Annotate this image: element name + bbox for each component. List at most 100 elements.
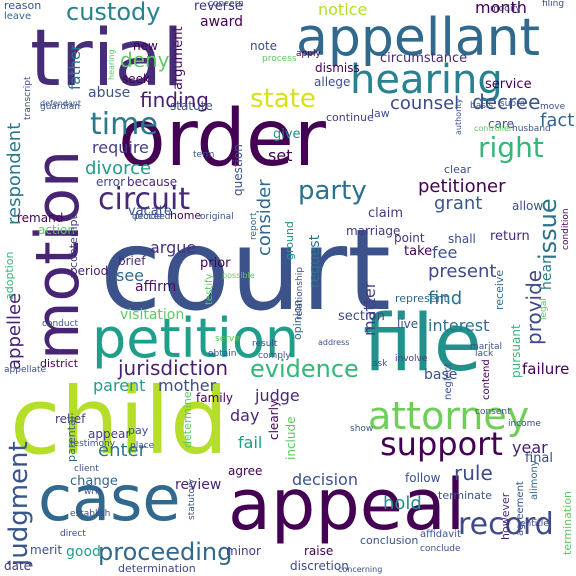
word-defendant: defendant — [40, 99, 81, 108]
word-home: home — [170, 209, 202, 222]
word-marriage: marriage — [346, 224, 401, 238]
word-minor: minor — [226, 544, 261, 558]
word-notice: notice — [318, 0, 368, 19]
word-allow: allow — [512, 199, 544, 213]
word-consent: consent — [475, 407, 511, 417]
word-shall: shall — [448, 232, 476, 246]
word-brief: brief — [118, 254, 146, 268]
word-agree: agree — [228, 464, 263, 478]
word-appellee: appellee — [4, 292, 25, 370]
word-grant: grant — [434, 193, 483, 214]
word-client: client — [74, 464, 99, 474]
word-alimony: alimony — [529, 460, 540, 500]
word-father: father — [66, 44, 84, 90]
word-continue: continue — [326, 111, 374, 124]
word-deny: deny — [120, 48, 170, 72]
word-transcript: transcript — [23, 76, 33, 120]
word-party: party — [298, 176, 367, 206]
word-award: award — [200, 14, 244, 30]
word-note: note — [250, 39, 278, 53]
word-entitle: entitle — [520, 519, 549, 529]
word-establish: establish — [70, 509, 111, 519]
word-authority: authority — [454, 98, 463, 135]
word-present: present — [428, 261, 497, 282]
word-legal: legal — [539, 298, 549, 320]
word-conduct: conduct — [42, 319, 79, 329]
word-term: term — [193, 150, 215, 160]
word-neglect: neglect — [443, 362, 454, 400]
word-fail: fail — [238, 433, 263, 452]
word-report: report — [249, 212, 259, 241]
word-time: time — [90, 107, 158, 142]
word-seek: seek — [122, 72, 150, 86]
word-abuse: abuse — [88, 85, 131, 101]
word-comply: comply — [258, 351, 291, 361]
word-family: family — [196, 391, 234, 405]
word-contend: contend — [481, 359, 492, 400]
word-testify: testify — [204, 273, 215, 305]
word-claim: claim — [368, 206, 404, 221]
word-right: right — [478, 131, 544, 164]
word-adoption: adoption — [3, 251, 16, 300]
word-contempt: contempt — [67, 215, 80, 268]
word-remand: remand — [17, 211, 64, 225]
word-argument: argument — [171, 26, 186, 90]
word-determine: determine — [181, 391, 194, 448]
word-argue: argue — [150, 238, 197, 257]
word-require: require — [92, 138, 149, 157]
word-hearing-small: hearing — [107, 49, 116, 80]
word-raise: raise — [304, 544, 334, 558]
word-writ: writ — [84, 487, 102, 497]
word-respondent: respondent — [4, 122, 25, 225]
word-set: set — [268, 146, 293, 165]
word-merit: merit — [30, 543, 63, 557]
word-hear: hear — [539, 258, 555, 290]
word-serve: serve — [215, 334, 240, 344]
word-good: good — [66, 544, 101, 560]
word-support: support — [380, 425, 503, 463]
word-apply: apply — [296, 49, 321, 59]
word-request: request — [307, 234, 323, 288]
word-affirm: affirm — [135, 279, 177, 295]
word-conclusion: conclusion — [360, 534, 419, 547]
word-include: include — [284, 416, 298, 460]
word-concern: concern — [208, 0, 244, 9]
word-prior: prior — [200, 256, 231, 271]
word-circumstance: circumstance — [380, 51, 468, 66]
word-service: service — [485, 77, 532, 92]
word-proceeding: proceeding — [98, 538, 233, 566]
word-judgment: judgment — [4, 441, 34, 566]
word-proceed: proceed — [134, 212, 171, 222]
word-show: show — [350, 424, 374, 434]
word-result: result — [252, 339, 278, 349]
word-return: return — [490, 229, 530, 244]
word-place: place — [130, 441, 155, 451]
word-however: however — [499, 492, 512, 540]
word-represent: represent — [395, 292, 448, 305]
word-possible: possible — [222, 271, 255, 280]
word-statutory: statutory — [187, 478, 197, 520]
word-give: give — [273, 127, 301, 142]
word-affidavit: affidavit — [420, 529, 461, 540]
word-section: section — [338, 309, 385, 324]
word-move: move — [540, 102, 566, 112]
word-lack: lack — [475, 349, 494, 359]
word-controller: controller — [474, 124, 513, 133]
word-receive: receive — [493, 269, 506, 310]
word-process: process — [262, 54, 297, 64]
word-filing: filing — [542, 0, 565, 9]
word-condition: condition — [561, 208, 571, 250]
word-obtain: obtain — [208, 349, 237, 359]
word-cloud: court order trial child appeal file case… — [0, 0, 576, 576]
word-failure: failure — [522, 360, 570, 378]
word-decision: decision — [292, 470, 358, 489]
word-appellate: appellate — [4, 365, 47, 375]
word-ground: ground — [283, 221, 296, 260]
word-custody: custody — [66, 0, 161, 26]
word-live: live — [397, 317, 419, 331]
word-fee: fee — [432, 243, 458, 262]
word-counsel: counsel — [390, 93, 460, 114]
word-take: take — [404, 244, 433, 259]
word-basis: basis — [470, 101, 494, 111]
word-new: new — [133, 39, 158, 53]
